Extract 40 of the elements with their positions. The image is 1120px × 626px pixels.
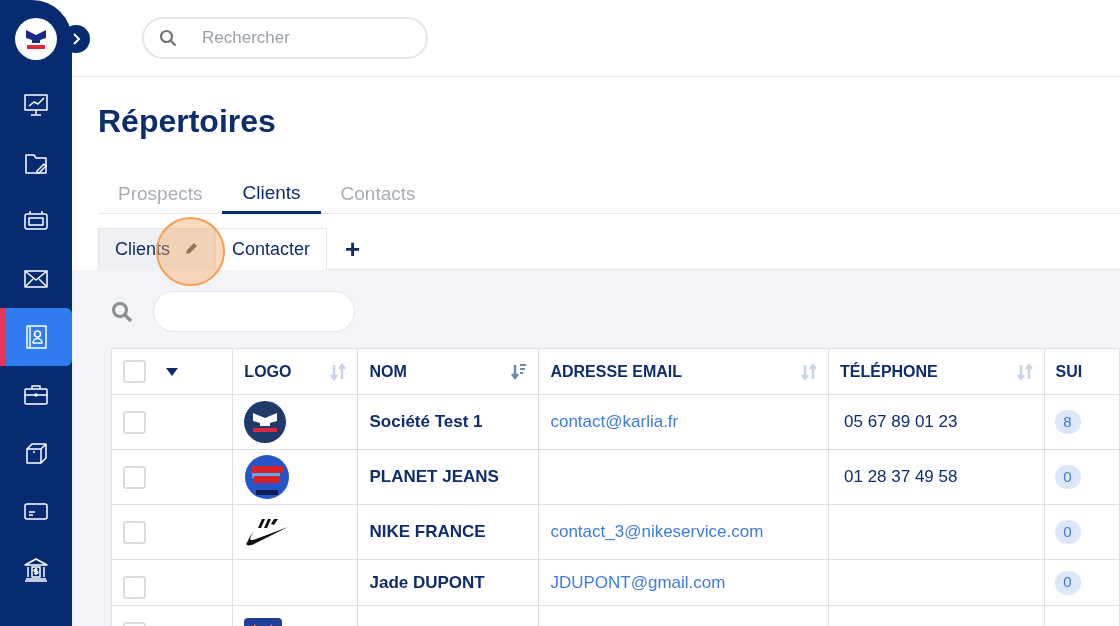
- row-checkbox[interactable]: [123, 576, 146, 599]
- row-checkbox[interactable]: [123, 411, 146, 434]
- phone-number: 01 28 37 49 58: [844, 467, 958, 487]
- column-header: NOM: [369, 361, 407, 382]
- select-all-checkbox[interactable]: [123, 360, 146, 383]
- count-badge: 0: [1054, 465, 1081, 490]
- view-tab[interactable]: Contacter: [215, 227, 328, 270]
- pencil-icon[interactable]: [184, 242, 199, 256]
- search-icon: [159, 29, 177, 47]
- client-name: Société Test 1: [369, 412, 483, 432]
- column-header: TÉLÉPHONE: [840, 361, 938, 382]
- column-header: LOGO: [244, 361, 292, 382]
- chart-icon: [22, 91, 50, 119]
- tab[interactable]: Prospects: [98, 175, 223, 214]
- globe-logo-icon: [244, 454, 291, 500]
- column-header: ADRESSE EMAIL: [550, 361, 683, 382]
- row-checkbox[interactable]: [123, 521, 146, 544]
- page-title: Répertoires: [98, 102, 276, 141]
- count-badge: 0: [1054, 520, 1081, 545]
- add-view-button[interactable]: +: [339, 235, 367, 262]
- phone-number: 05 67 89 01 23: [844, 412, 958, 432]
- client-name: PLANET JEANS: [369, 467, 499, 487]
- chevron-right-icon: [71, 33, 81, 45]
- email-link[interactable]: contact@karlia.fr: [550, 412, 679, 432]
- caret-down-icon[interactable]: [166, 367, 178, 376]
- count-badge: 8: [1054, 410, 1081, 435]
- client-name: Jade DUPONT: [369, 572, 485, 592]
- bank-icon: [22, 555, 50, 583]
- table-search-field[interactable]: [153, 291, 355, 332]
- row-checkbox[interactable]: [123, 466, 146, 489]
- count-badge: 0: [1054, 570, 1081, 595]
- column-header: SUI: [1055, 361, 1083, 382]
- tab[interactable]: Clients: [222, 175, 321, 214]
- company-logo-icon: [244, 401, 287, 443]
- app-logo-icon: [15, 18, 57, 60]
- tab[interactable]: Contacts: [320, 175, 436, 214]
- search-field[interactable]: Rechercher: [142, 17, 428, 59]
- client-name: NIKE FRANCE: [369, 522, 486, 542]
- search-icon: [111, 300, 133, 323]
- sort-descending-icon[interactable]: [511, 362, 528, 381]
